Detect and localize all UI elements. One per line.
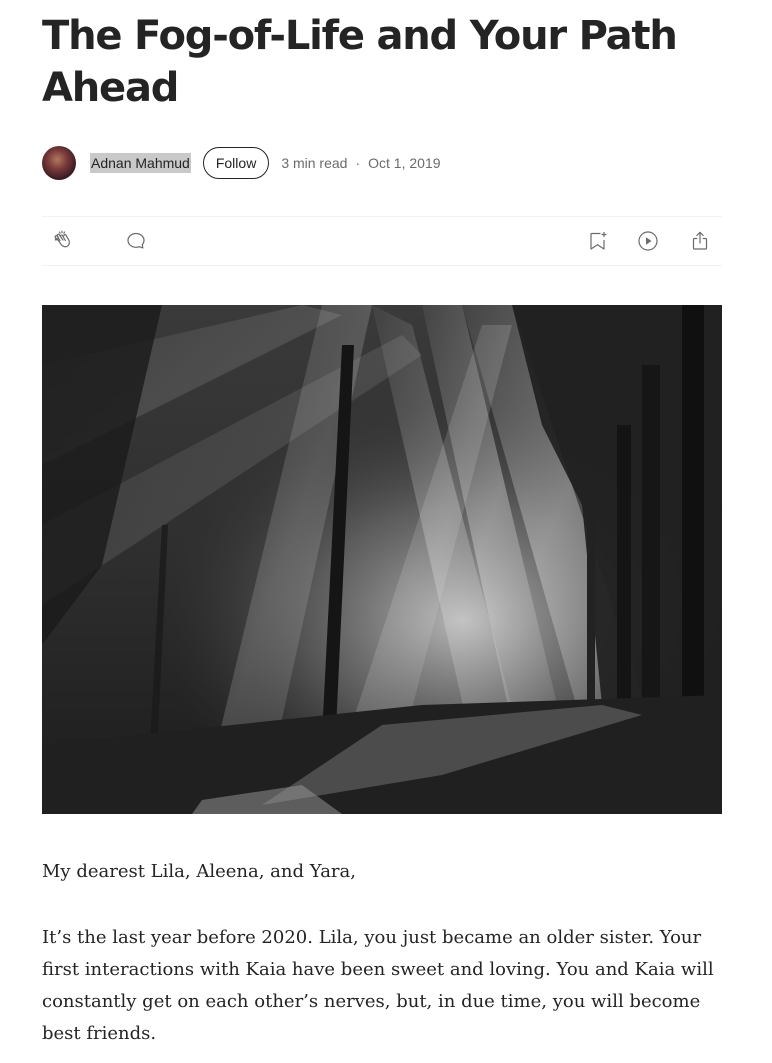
comment-icon[interactable] [124,229,148,253]
body-paragraph: My dearest Lila, Aleena, and Yara, [42,861,356,882]
article-action-bar [42,216,722,266]
hero-image-forest-light-rays [42,305,722,814]
publish-date: Oct 1, 2019 [368,155,441,171]
author-name[interactable]: Adnan Mahmud [90,153,191,173]
read-time: 3 min read [281,155,348,171]
share-icon[interactable] [688,229,712,253]
body-paragraph: It’s the last year before 2020. Lila, yo… [42,927,714,1044]
author-avatar[interactable] [42,146,76,180]
article-meta: 3 min read · Oct 1, 2019 [281,155,440,171]
follow-button[interactable]: Follow [202,147,270,179]
article-title: The Fog-of-Life and Your Path Ahead [42,13,678,111]
play-icon[interactable] [636,229,660,253]
byline: Adnan Mahmud Follow 3 min read · Oct 1, … [42,145,732,181]
meta-separator: · [355,155,361,171]
bookmark-add-icon[interactable] [586,229,610,253]
clap-icon[interactable] [50,229,74,253]
